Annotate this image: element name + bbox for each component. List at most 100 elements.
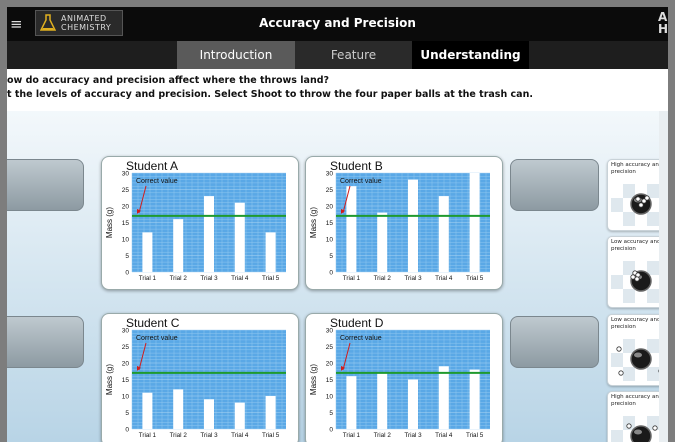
floor-tile: [611, 261, 623, 275]
student-a-chart: Student A 0 5 10 15 20 25 30 Mass (g) Trial 1 Tria…: [101, 156, 299, 290]
y-tick-label: 0: [125, 270, 129, 277]
bar: [469, 173, 480, 272]
x-tick-label: Trial 1: [343, 432, 361, 439]
bar: [346, 376, 357, 429]
x-tick-label: Trial 1: [139, 275, 157, 282]
y-tick-label: 20: [326, 361, 334, 368]
y-tick-label: 30: [122, 328, 130, 335]
x-tick-label: Trial 2: [170, 275, 188, 282]
student-b-chart: Student B 0 5 10 15 20 25 30 Mass (g) Trial 1 Tria…: [305, 156, 503, 290]
correct-value-annotation: Correct value: [136, 178, 178, 185]
x-tick-label: Trial 4: [435, 275, 453, 282]
floor-tile: [623, 212, 635, 226]
bar: [204, 399, 214, 429]
left-control-panel-bottom[interactable]: [7, 316, 84, 368]
vertical-scrollbar[interactable]: [659, 111, 668, 442]
floor-tile: [647, 184, 659, 198]
y-tick-label: 5: [329, 410, 333, 417]
y-tick-label: 25: [122, 187, 130, 194]
floor-tile: [647, 212, 659, 226]
bar: [142, 392, 153, 429]
floor-tile: [611, 289, 623, 303]
y-axis-label: Mass (g): [105, 364, 114, 395]
y-tick-label: 15: [122, 220, 130, 227]
y-axis-label: Mass (g): [309, 207, 318, 238]
bar: [408, 379, 418, 429]
right-control-panel-bottom[interactable]: [510, 316, 599, 368]
activity-stage: Student A 0 5 10 15 20 25 30 Mass (g) Trial 1 Tria…: [7, 111, 668, 442]
app-window: ≡ ANIMATED CHEMISTRY Accuracy and Precis…: [7, 7, 668, 442]
x-tick-label: Trial 4: [231, 432, 249, 439]
y-axis-label: Mass (g): [105, 207, 114, 238]
x-tick-label: Trial 5: [466, 275, 484, 282]
y-tick-label: 0: [329, 270, 333, 277]
paper-ball: [616, 346, 622, 352]
floor-tile: [647, 339, 659, 353]
y-tick-label: 0: [329, 427, 333, 434]
floor-tile: [611, 275, 623, 289]
x-tick-label: Trial 4: [231, 275, 249, 282]
x-tick-label: Trial 5: [466, 432, 484, 439]
x-tick-label: Trial 3: [404, 432, 422, 439]
paper-ball: [626, 423, 632, 429]
y-tick-label: 30: [326, 171, 334, 178]
app-title: Accuracy and Precision: [259, 16, 416, 30]
paper-ball: [635, 196, 641, 202]
student-c-chart: Student C 0 5 10 15 20 25 30 Mass (g) Trial 1 Tria…: [101, 313, 299, 442]
x-tick-label: Trial 5: [262, 275, 280, 282]
y-tick-label: 10: [122, 394, 130, 401]
y-axis-label: Mass (g): [309, 364, 318, 395]
bar: [377, 212, 388, 272]
instruction-text: t the levels of accuracy and precision. …: [7, 89, 533, 100]
tab-introduction[interactable]: Introduction: [177, 41, 295, 69]
chart-title: Student B: [330, 159, 383, 173]
x-tick-label: Trial 3: [200, 432, 218, 439]
y-tick-label: 5: [125, 410, 129, 417]
x-tick-label: Trial 5: [262, 432, 280, 439]
bar: [173, 219, 184, 272]
paper-ball: [638, 202, 644, 208]
paper-ball: [634, 276, 640, 282]
y-tick-label: 10: [326, 394, 334, 401]
bar: [377, 372, 388, 429]
trash-can-highlight: [634, 352, 642, 358]
paper-ball: [652, 425, 658, 431]
student-d-chart: Student D 0 5 10 15 20 25 30 Mass (g) Trial 1 Tria…: [305, 313, 503, 442]
correct-value-annotation: Correct value: [340, 178, 382, 185]
left-control-panel-top[interactable]: [7, 159, 84, 211]
chart-svg: Student B 0 5 10 15 20 25 30 Mass (g) Trial 1 Tria…: [309, 159, 490, 282]
correct-value-annotation: Correct value: [136, 335, 178, 342]
floor-tile: [611, 416, 623, 430]
x-tick-label: Trial 1: [343, 275, 361, 282]
floor-tile: [623, 289, 635, 303]
trash-can-icon: [630, 425, 652, 442]
chart-title: Student D: [330, 316, 384, 330]
bar: [469, 369, 480, 429]
bar: [265, 396, 276, 429]
floor-tile: [623, 339, 635, 353]
top-bar: ≡ ANIMATED CHEMISTRY Accuracy and Precis…: [7, 7, 668, 41]
x-tick-label: Trial 3: [404, 275, 422, 282]
tab-understanding[interactable]: Understanding: [412, 41, 529, 69]
x-tick-label: Trial 1: [139, 432, 157, 439]
right-control-panel-top[interactable]: [510, 159, 599, 211]
floor-tile: [611, 184, 623, 198]
y-tick-label: 20: [122, 204, 130, 211]
y-tick-label: 20: [122, 361, 130, 368]
x-tick-label: Trial 2: [374, 275, 392, 282]
tab-feature[interactable]: Feature: [295, 41, 412, 69]
floor-tile: [623, 184, 635, 198]
floor-tile: [647, 289, 659, 303]
y-tick-label: 15: [326, 220, 334, 227]
x-tick-label: Trial 3: [200, 275, 218, 282]
y-tick-label: 5: [125, 253, 129, 260]
bar: [408, 179, 418, 272]
y-tick-label: 15: [122, 377, 130, 384]
chart-svg: Student D 0 5 10 15 20 25 30 Mass (g) Trial 1 Tria…: [309, 316, 490, 439]
y-tick-label: 0: [125, 427, 129, 434]
y-tick-label: 20: [326, 204, 334, 211]
y-tick-label: 15: [326, 377, 334, 384]
chart-title: Student C: [126, 316, 180, 330]
bar: [438, 366, 449, 429]
bar: [265, 232, 276, 272]
